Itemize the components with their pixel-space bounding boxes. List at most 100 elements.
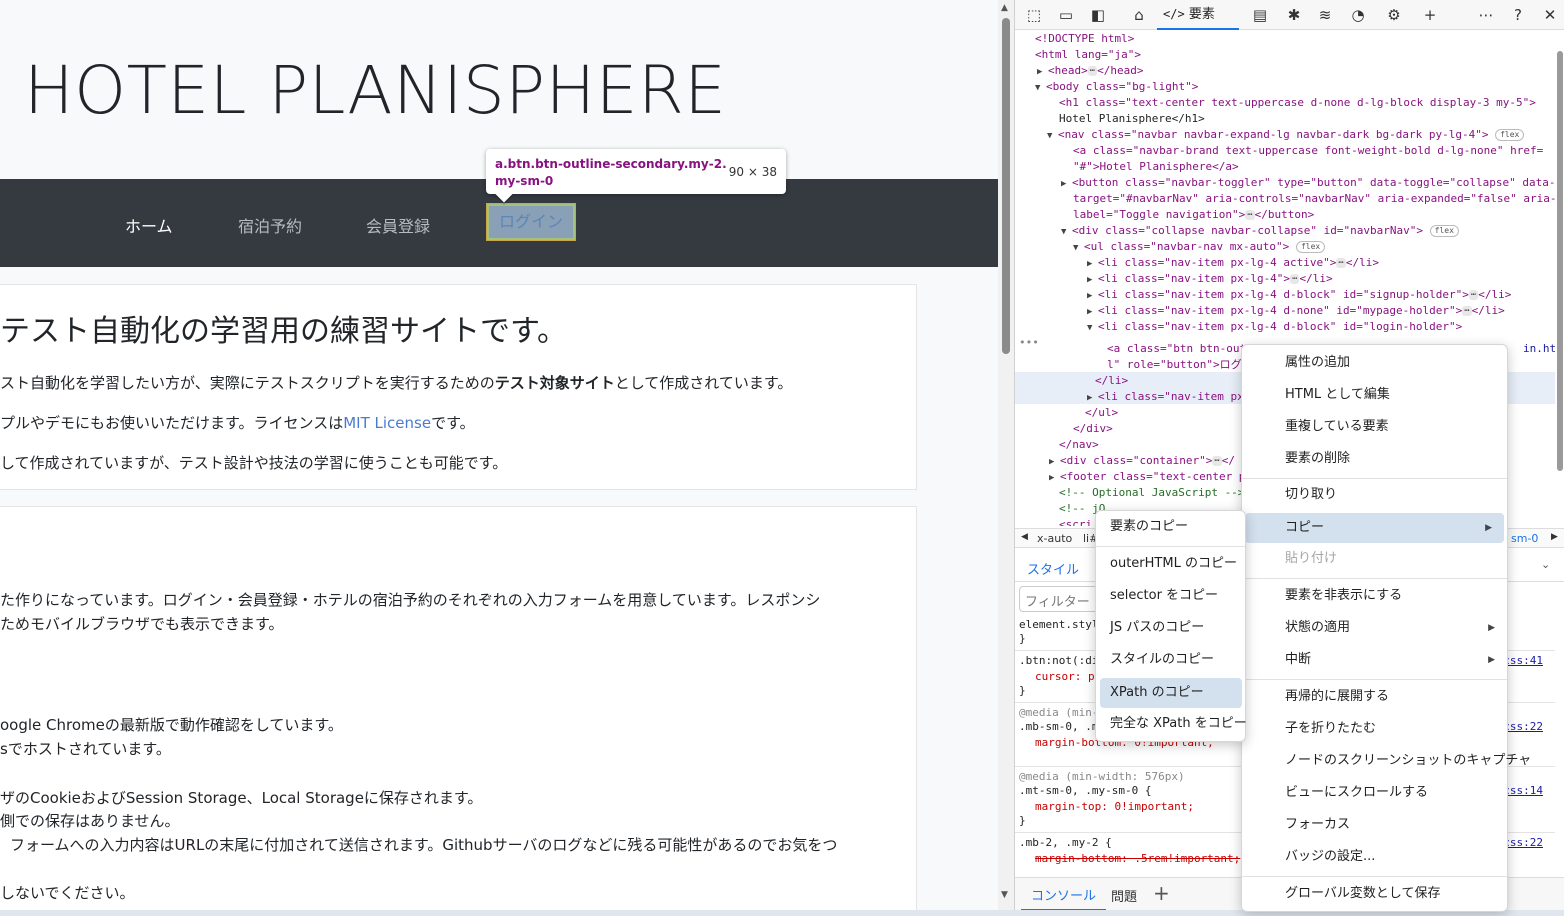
dom-line[interactable]: <!DOCTYPE html> (1035, 31, 1134, 47)
css-source-link[interactable]: css:14 (1503, 784, 1543, 797)
dom-line[interactable]: <!-- Optional JavaScript --> (1059, 485, 1244, 501)
nav-signup-link[interactable]: 会員登録 (366, 213, 430, 237)
menu-delete-element[interactable]: 要素の削除 (1242, 444, 1507, 474)
css-line: element.styl (1019, 618, 1099, 631)
bug-icon[interactable]: ✱ (1283, 4, 1305, 26)
menu-badge-settings[interactable]: バッジの設定... (1242, 842, 1507, 872)
dom-line[interactable]: </nav> (1059, 437, 1099, 453)
submenu-copy-xpath[interactable]: XPath のコピー (1100, 678, 1242, 708)
info-line-5: ザのCookieおよびSession Storage、Local Storage… (0, 789, 483, 807)
dom-line[interactable]: ▶ <button class="navbar-toggler" type="bu… (1061, 175, 1555, 192)
mit-license-link[interactable]: MIT License (343, 414, 431, 432)
submenu-copy-full-xpath[interactable]: 完全な XPath をコピー (1096, 709, 1247, 739)
dom-line[interactable]: ▶ <li class="nav-item px (1087, 389, 1244, 406)
help-icon[interactable]: ? (1507, 4, 1529, 26)
css-source-link[interactable]: css:22 (1503, 720, 1543, 733)
close-icon[interactable]: ✕ (1539, 4, 1561, 26)
dom-line-href-tail[interactable]: in.htm (1523, 341, 1555, 357)
dom-line[interactable]: ▶ <li class="nav-item px-lg-4 active"> ⋯ </… (1087, 255, 1379, 272)
menu-scroll-into-view[interactable]: ビューにスクロールする (1242, 778, 1507, 808)
tab-issues[interactable]: 問題 (1111, 886, 1137, 905)
dom-line[interactable]: </ul> (1085, 405, 1118, 421)
wifi-icon[interactable]: ≋ (1314, 4, 1336, 26)
login-button[interactable]: ログイン (486, 203, 576, 241)
crumb-left-icon[interactable]: ◀ (1021, 532, 1028, 542)
menu-collapse-children[interactable]: 子を折りたたむ (1242, 714, 1507, 744)
console-icon[interactable]: ▤ (1249, 4, 1271, 26)
tab-elements[interactable]: </> 要素 (1157, 0, 1239, 30)
menu-break-on[interactable]: 中断 ▶ (1242, 645, 1507, 675)
submenu-copy-styles[interactable]: スタイルのコピー (1096, 645, 1245, 675)
styles-filter-input[interactable]: フィルター (1019, 586, 1103, 612)
dom-line[interactable]: label="Toggle navigation"> ⋯ </button> (1073, 207, 1314, 223)
dom-line-ellipsis[interactable]: ••• (1019, 335, 1039, 351)
dom-line[interactable]: ▶ <head> ⋯ </head> (1037, 63, 1144, 80)
scroll-up-icon[interactable]: ▲ (1001, 3, 1008, 13)
dom-line[interactable]: "#">Hotel Planisphere</a> (1073, 159, 1239, 175)
dom-scroll-thumb[interactable] (1557, 51, 1563, 471)
menu-force-state[interactable]: 状態の適用 ▶ (1242, 613, 1507, 643)
menu-cut[interactable]: 切り取り (1242, 480, 1507, 510)
nav-home-link[interactable]: ホーム (125, 213, 173, 237)
dom-line[interactable]: ▼ <ul class="navbar-nav mx-auto"> flex (1073, 239, 1326, 256)
sidebar-icon[interactable]: ◧ (1087, 4, 1109, 26)
css-source-link[interactable]: css:41 (1503, 654, 1543, 667)
css-source-link[interactable]: css:22 (1503, 836, 1543, 849)
menu-store-as-global[interactable]: グローバル変数として保存 (1242, 879, 1507, 909)
tab-styles[interactable]: スタイル (1027, 559, 1079, 578)
nav-reserve-link[interactable]: 宿泊予約 (238, 213, 302, 237)
inspect-icon[interactable]: ⬚ (1023, 4, 1045, 26)
devtools-toolbar: ⬚ ▭ ◧ ⌂ </> 要素 ▤ ✱ ≋ ◔ ⚙ + ⋯ ? ✕ (1015, 0, 1564, 30)
menu-copy[interactable]: コピー ▶ (1245, 513, 1504, 543)
dom-line[interactable]: </div> (1073, 421, 1113, 437)
menu-expand-recursively[interactable]: 再帰的に展開する (1242, 682, 1507, 712)
dom-line[interactable]: <a class="navbar-brand text-uppercase fo… (1073, 143, 1543, 159)
menu-duplicate-element[interactable]: 重複している要素 (1242, 412, 1507, 442)
page-scroll-thumb[interactable] (1002, 18, 1010, 354)
dom-line[interactable]: ▼ <nav class="navbar navbar-expand-lg nav… (1047, 127, 1525, 144)
dom-line[interactable]: <html lang="ja"> (1035, 47, 1141, 63)
chevron-right-icon: ▶ (1488, 655, 1495, 665)
submenu-copy-selector[interactable]: selector をコピー (1096, 581, 1245, 611)
crumb-item[interactable]: sm-0 (1511, 532, 1538, 545)
dom-line[interactable]: ▼ <div class="collapse navbar-collapse" i… (1061, 223, 1459, 240)
performance-icon[interactable]: ◔ (1347, 4, 1369, 26)
dom-line[interactable]: ▶ <li class="nav-item px-lg-4 d-none" id=… (1087, 303, 1505, 320)
dom-line-selected[interactable]: l" role="button">ログ (1107, 357, 1242, 373)
menu-focus[interactable]: フォーカス (1242, 810, 1507, 840)
dom-line[interactable]: ▶ <li class="nav-item px-lg-4"> ⋯ </li> (1087, 271, 1333, 288)
dom-line[interactable]: ▶ <div class="container"> ⋯ </ (1049, 453, 1235, 470)
page-scrollbar[interactable]: ▲ ▼ (998, 0, 1014, 910)
dom-line[interactable]: Hotel Planisphere</h1> (1059, 111, 1205, 127)
device-icon[interactable]: ▭ (1055, 4, 1077, 26)
menu-edit-as-html[interactable]: HTML として編集 (1242, 380, 1507, 410)
dom-scrollbar[interactable] (1555, 31, 1564, 521)
crumb-item[interactable]: x-auto (1037, 532, 1072, 545)
plus-icon[interactable]: + (1419, 4, 1441, 26)
gear-icon[interactable]: ⚙ (1383, 4, 1405, 26)
dom-line[interactable]: <scri (1059, 517, 1092, 526)
scroll-down-icon[interactable]: ▼ (1001, 890, 1008, 900)
chevron-down-icon[interactable]: ⌄ (1541, 558, 1550, 571)
dom-line[interactable]: target="#navbarNav" aria-controls="navba… (1073, 191, 1555, 207)
dom-line[interactable]: </li> (1095, 373, 1128, 389)
submenu-copy-outerhtml[interactable]: outerHTML のコピー (1096, 549, 1245, 579)
crumb-right-icon[interactable]: ▶ (1551, 532, 1558, 542)
menu-hide-element[interactable]: 要素を非表示にする (1242, 581, 1507, 611)
dom-line[interactable]: ▶ <li class="nav-item px-lg-4 d-block" id… (1087, 287, 1511, 304)
dom-line[interactable]: ▼ <li class="nav-item px-lg-4 d-block" id… (1087, 319, 1462, 336)
ellipsis-icon[interactable]: ⋯ (1475, 4, 1497, 26)
tab-console[interactable]: コンソール (1021, 878, 1107, 911)
menu-capture-node-screenshot[interactable]: ノードのスクリーンショットのキャプチャ (1242, 746, 1531, 776)
menu-separator (1242, 478, 1507, 479)
dom-line-selected[interactable]: <a class="btn btn-out (1107, 341, 1246, 357)
dom-line[interactable]: ▼ <body class="bg-light"> (1035, 79, 1198, 96)
add-tab-icon[interactable]: + (1153, 881, 1170, 905)
dom-line[interactable]: ▶ <footer class="text-center p (1049, 469, 1245, 486)
submenu-copy-js-path[interactable]: JS パスのコピー (1096, 613, 1245, 643)
dom-line[interactable]: <h1 class="text-center text-uppercase d-… (1059, 95, 1536, 111)
menu-add-attribute[interactable]: 属性の追加 (1242, 348, 1507, 378)
submenu-copy-element[interactable]: 要素のコピー (1096, 512, 1245, 542)
css-line: cursor: p (1035, 670, 1095, 683)
home-icon[interactable]: ⌂ (1128, 4, 1150, 26)
